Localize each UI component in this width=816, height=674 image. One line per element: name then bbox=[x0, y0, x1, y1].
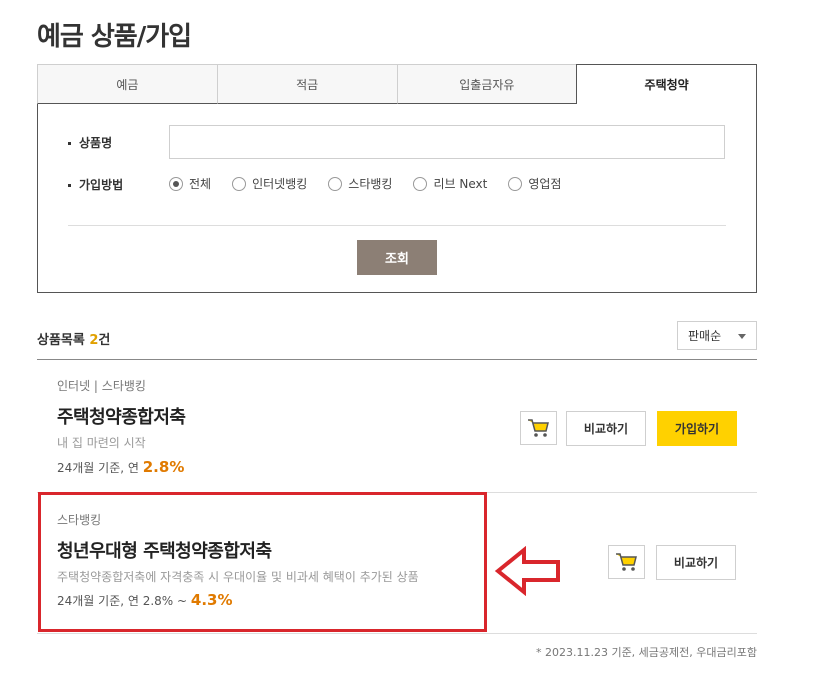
radio-label: 리브 Next bbox=[433, 177, 488, 191]
sort-select[interactable]: 판매순 bbox=[677, 321, 757, 350]
cart-icon bbox=[527, 419, 549, 437]
radio-label: 스타뱅킹 bbox=[348, 177, 393, 191]
radio-all[interactable]: 전체 bbox=[169, 175, 211, 192]
cart-button[interactable] bbox=[520, 411, 557, 445]
radio-label: 전체 bbox=[189, 177, 212, 191]
tab-checking[interactable]: 입출금자유 bbox=[396, 64, 577, 104]
count-prefix: 상품목록 bbox=[37, 333, 85, 348]
rate-value: 2.8% bbox=[142, 458, 185, 476]
product-item: 인터넷 | 스타뱅킹 주택청약종합저축 내 집 마련의 시작 24개월 기준, … bbox=[37, 361, 757, 493]
count-suffix: 건 bbox=[98, 333, 111, 348]
footnote: * 2023.11.23 기준, 세금공제전, 우대금리포함 bbox=[535, 646, 757, 659]
search-button[interactable]: 조회 bbox=[357, 240, 437, 275]
radio-circle[interactable] bbox=[169, 176, 183, 191]
chevron-down-icon bbox=[738, 334, 746, 339]
product-tabs: 예금 적금 입출금자유 주택청약 bbox=[37, 64, 757, 104]
product-list-header: 상품목록 2건 판매순 bbox=[37, 320, 757, 360]
join-method-radio-group: 전체 인터넷뱅킹 스타뱅킹 리브 Next 영업점 bbox=[169, 175, 582, 192]
radio-circle[interactable] bbox=[328, 176, 343, 191]
page-title: 예금 상품/가입 bbox=[37, 22, 192, 52]
search-panel: 상품명 가입방법 전체 인터넷뱅킹 스타뱅킹 리브 Next 영업점 조회 bbox=[37, 104, 757, 293]
tab-deposit[interactable]: 예금 bbox=[37, 64, 217, 104]
compare-button[interactable]: 비교하기 bbox=[656, 545, 736, 580]
product-channel: 인터넷 | 스타뱅킹 bbox=[57, 379, 146, 393]
radio-circle[interactable] bbox=[232, 176, 247, 191]
join-button[interactable]: 가입하기 bbox=[657, 411, 737, 446]
product-name-label: 상품명 bbox=[68, 134, 112, 151]
radio-circle[interactable] bbox=[413, 176, 428, 191]
tab-savings[interactable]: 적금 bbox=[216, 64, 397, 104]
radio-star-banking[interactable]: 스타뱅킹 bbox=[328, 175, 392, 192]
radio-branch[interactable]: 영업점 bbox=[508, 175, 561, 192]
radio-label: 영업점 bbox=[528, 177, 562, 191]
product-count: 상품목록 2건 bbox=[37, 329, 110, 348]
tab-housing-subscription[interactable]: 주택청약 bbox=[576, 64, 757, 104]
product-description: 내 집 마련의 시작 bbox=[57, 436, 146, 450]
annotation-highlight-box bbox=[38, 492, 487, 632]
compare-button[interactable]: 비교하기 bbox=[566, 411, 646, 446]
sort-selected-value: 판매순 bbox=[688, 329, 722, 343]
rate-prefix: 24개월 기준, 연 bbox=[57, 461, 139, 475]
radio-circle[interactable] bbox=[508, 176, 523, 191]
product-rate: 24개월 기준, 연 2.8% bbox=[57, 458, 184, 476]
cart-icon bbox=[615, 553, 637, 571]
cart-button[interactable] bbox=[608, 545, 645, 579]
radio-liiv-next[interactable]: 리브 Next bbox=[413, 175, 487, 192]
product-name[interactable]: 주택청약종합저축 bbox=[57, 403, 186, 429]
search-divider bbox=[68, 225, 726, 226]
product-name-input[interactable] bbox=[169, 125, 725, 159]
arrow-left-icon bbox=[494, 546, 560, 596]
radio-internet-banking[interactable]: 인터넷뱅킹 bbox=[232, 175, 307, 192]
radio-label: 인터넷뱅킹 bbox=[252, 177, 308, 191]
join-method-label: 가입방법 bbox=[68, 176, 123, 193]
